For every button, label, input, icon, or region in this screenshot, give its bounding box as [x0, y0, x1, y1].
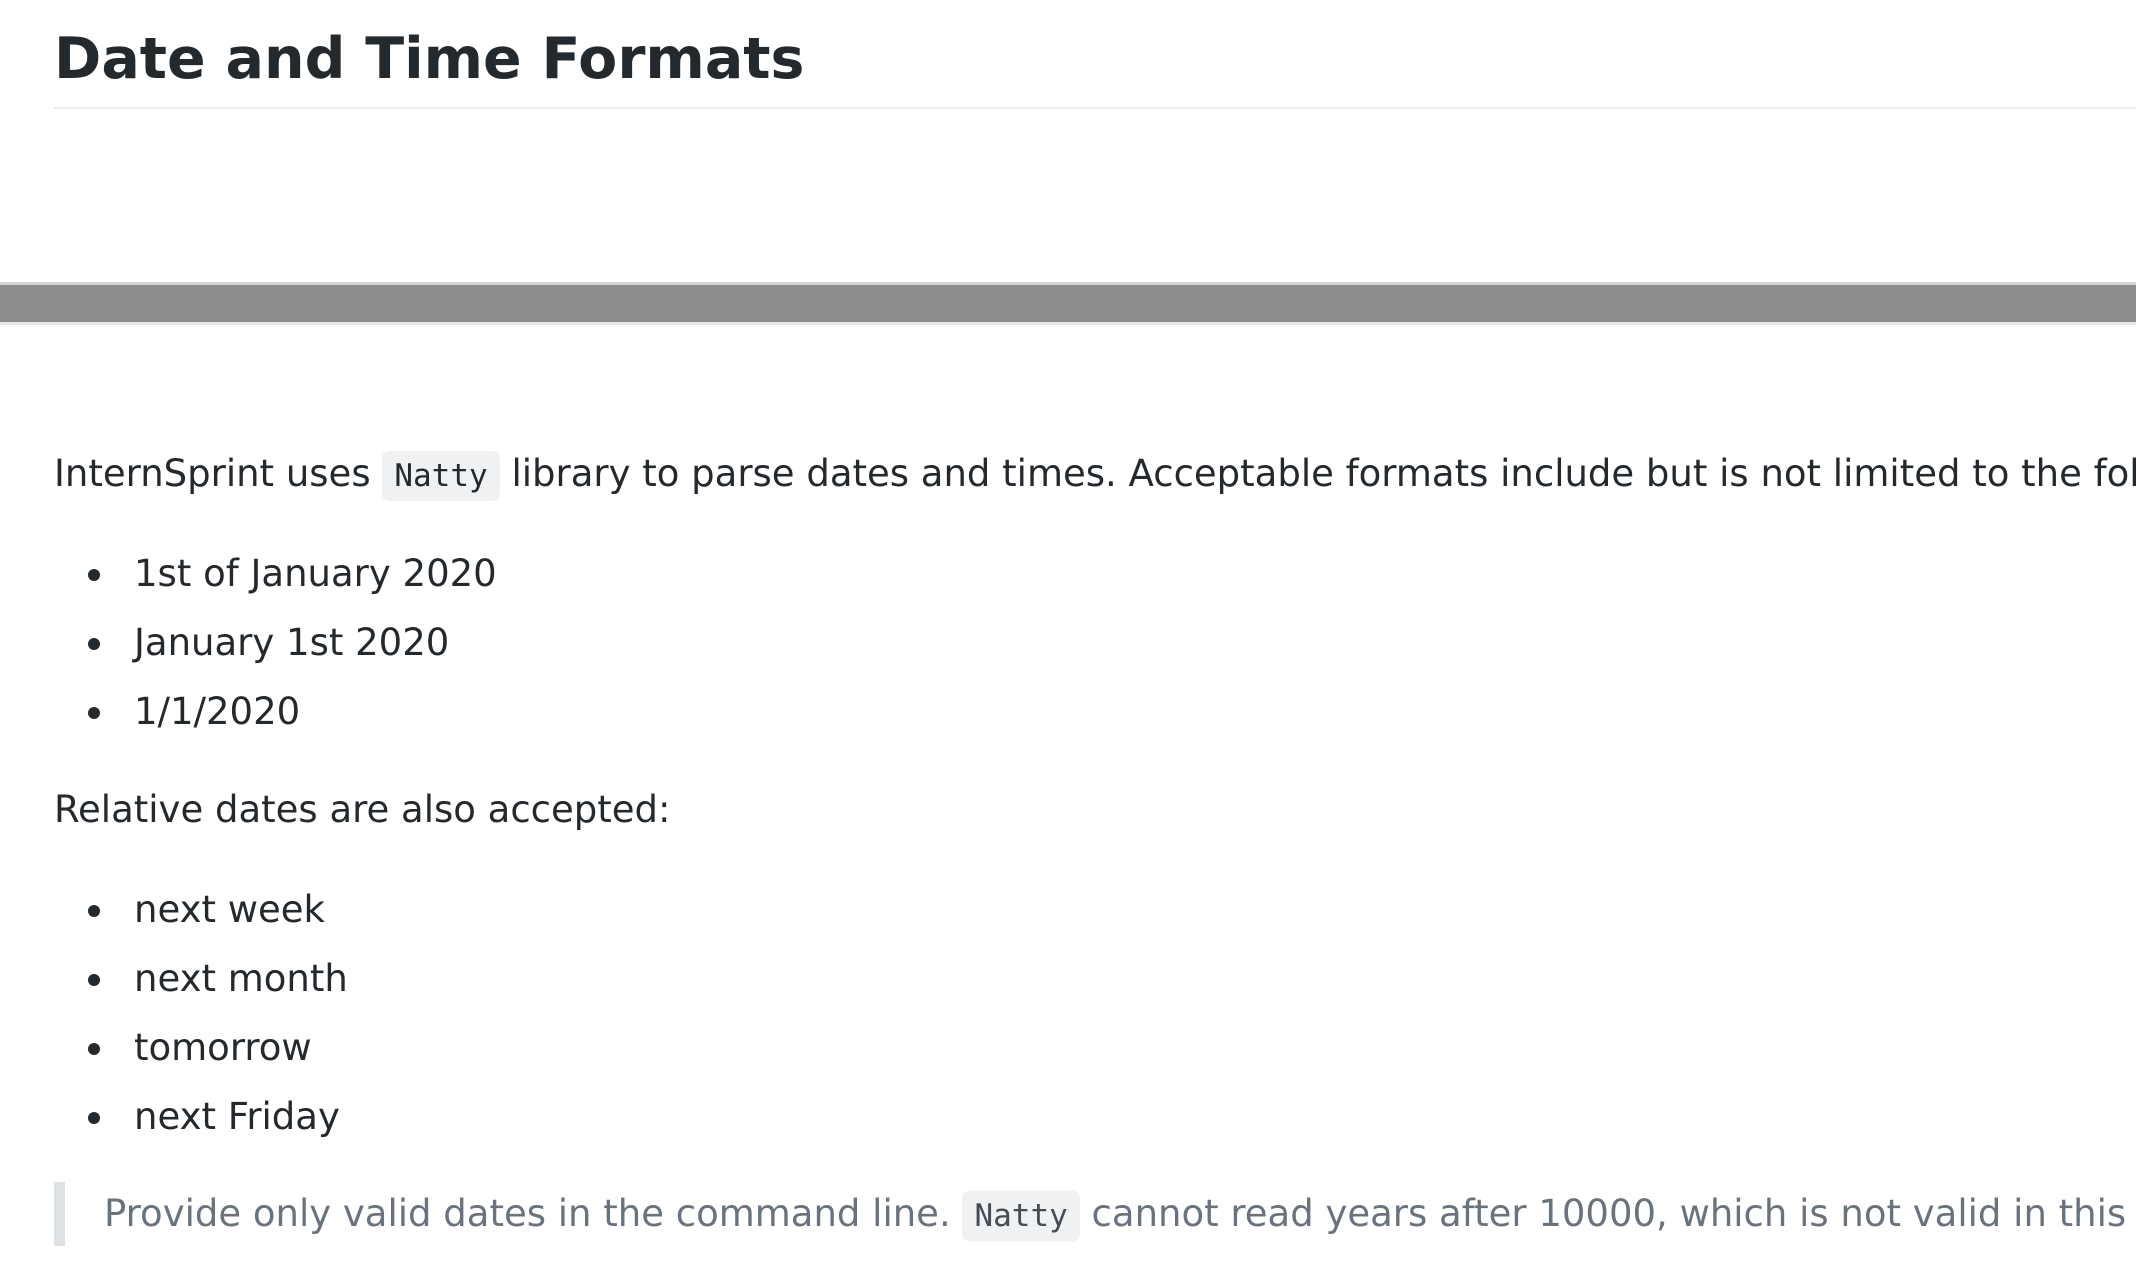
- horizontal-rule: [0, 282, 2136, 328]
- bullet-icon: [88, 905, 100, 917]
- list-item-text: next Friday: [134, 1095, 340, 1138]
- list-item: January 1st 2020: [54, 608, 497, 677]
- note-text-before: Provide only valid dates in the command …: [104, 1192, 963, 1235]
- absolute-formats-list: 1st of January 2020 January 1st 2020 1/1…: [54, 539, 497, 746]
- list-item-text: 1st of January 2020: [134, 552, 497, 595]
- list-item-text: next week: [134, 888, 325, 931]
- bullet-icon: [88, 1043, 100, 1055]
- horizontal-rule-bottom-edge: [0, 322, 2136, 325]
- relative-intro-paragraph: Relative dates are also accepted:: [54, 788, 671, 831]
- note-text-after: cannot read years after 10000, which is …: [1079, 1192, 2136, 1235]
- list-item: next week: [54, 875, 348, 944]
- list-item: tomorrow: [54, 1013, 348, 1082]
- bullet-icon: [88, 638, 100, 650]
- list-item: next Friday: [54, 1082, 348, 1151]
- bullet-icon: [88, 974, 100, 986]
- list-item: 1/1/2020: [54, 677, 497, 746]
- bullet-icon: [88, 569, 100, 581]
- list-item: 1st of January 2020: [54, 539, 497, 608]
- heading-divider: [54, 107, 2136, 109]
- relative-formats-list: next week next month tomorrow next Frida…: [54, 875, 348, 1151]
- intro-text-after: library to parse dates and times. Accept…: [499, 452, 2136, 495]
- document-page: Date and Time Formats InternSprint uses …: [0, 0, 2136, 1272]
- list-item: next month: [54, 944, 348, 1013]
- list-item-text: tomorrow: [134, 1026, 312, 1069]
- horizontal-rule-bar: [0, 285, 2136, 322]
- intro-text-before: InternSprint uses: [54, 452, 383, 495]
- list-item-text: 1/1/2020: [134, 690, 301, 733]
- intro-paragraph: InternSprint uses Natty library to parse…: [54, 448, 2136, 502]
- inline-code-natty: Natty: [962, 1191, 1080, 1241]
- page-title: Date and Time Formats: [54, 26, 805, 92]
- bullet-icon: [88, 707, 100, 719]
- inline-code-natty: Natty: [382, 451, 500, 501]
- list-item-text: next month: [134, 957, 348, 1000]
- note-blockquote: Provide only valid dates in the command …: [54, 1182, 2136, 1246]
- list-item-text: January 1st 2020: [134, 621, 450, 664]
- bullet-icon: [88, 1112, 100, 1124]
